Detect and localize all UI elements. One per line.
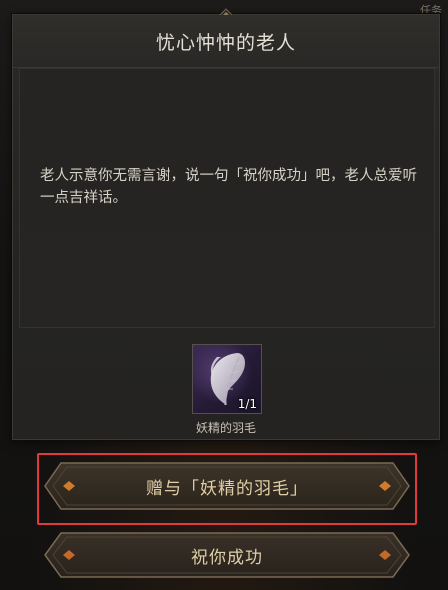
wish-success-button[interactable]: 祝你成功 — [43, 531, 411, 579]
item-count: 1/1 — [237, 397, 257, 411]
dialog-title: 忧心忡忡的老人 — [155, 31, 296, 54]
dialog-title-bar: 忧心忡忡的老人 — [13, 15, 439, 68]
wish-button-label: 祝你成功 — [191, 547, 263, 568]
item-name: 妖精的羽毛 — [195, 421, 256, 435]
message-box: 老人示意你无需言谢，说一句「祝你成功」吧，老人总爱听一点吉祥话。 — [19, 68, 435, 328]
gift-item-button[interactable]: 赠与「妖精的羽毛」 — [43, 461, 411, 511]
gift-button-label: 赠与「妖精的羽毛」 — [146, 478, 308, 499]
item-slot[interactable]: 1/1 — [192, 344, 262, 414]
reward-item-area: 1/1 妖精的羽毛 — [13, 328, 439, 438]
dialog-message: 老人示意你无需言谢，说一句「祝你成功」吧，老人总爱听一点吉祥话。 — [40, 168, 417, 206]
npc-dialog-panel: 忧心忡忡的老人 老人示意你无需言谢，说一句「祝你成功」吧，老人总爱听一点吉祥话。… — [12, 8, 440, 440]
